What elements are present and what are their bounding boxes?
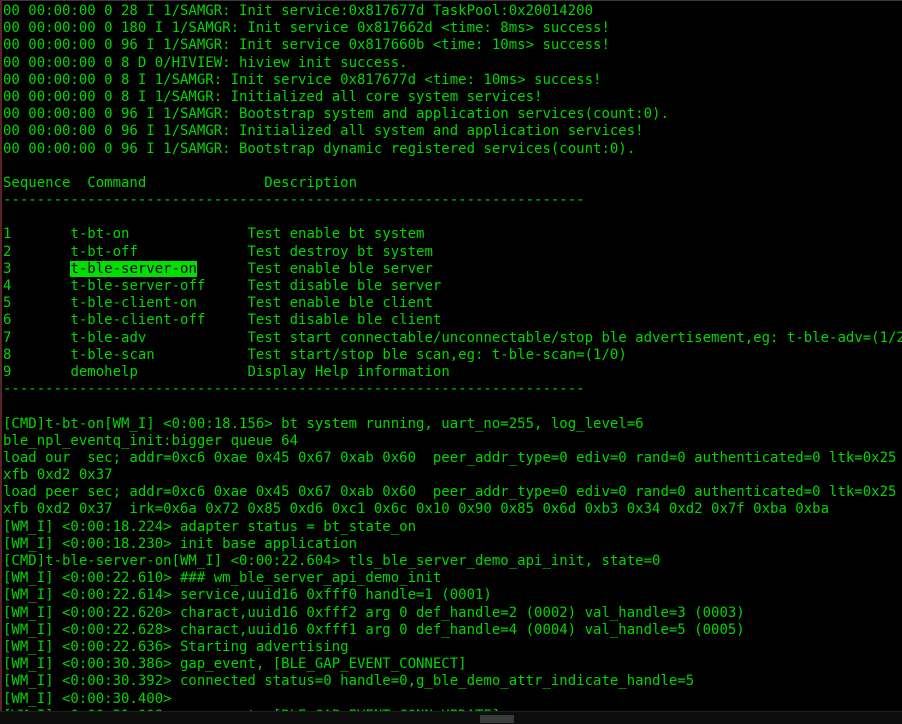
table-row[interactable]: 9 demohelp Display Help information <box>3 364 902 381</box>
table-cell-command[interactable]: t-ble-server-off <box>70 278 247 294</box>
log-line: 00 00:00:00 0 96 I 1/SAMGR: Initialized … <box>3 123 644 140</box>
log-line: 00 00:00:00 0 8 D 0/HIVIEW: hiview init … <box>3 54 408 71</box>
table-cell-sequence: 5 <box>3 295 71 312</box>
log-line: xfb 0xd2 0x37 irk=0x6a 0x72 0x85 0xd6 0x… <box>3 501 830 518</box>
log-line: [WM_I] <0:00:18.224> adapter status = bt… <box>3 518 417 535</box>
table-row[interactable]: 5 t-ble-client-on Test enable ble client <box>3 295 902 312</box>
window-top-border <box>0 0 902 1</box>
log-line: 00 00:00:00 0 8 I 1/SAMGR: Init service … <box>3 71 602 88</box>
table-body: 1 t-bt-on Test enable bt system 2 t-bt-of… <box>3 226 902 381</box>
log-line: [WM_I] <0:00:22.620> charact,uuid16 0xff… <box>3 604 745 621</box>
table-cell-command[interactable]: t-bt-off <box>70 244 247 260</box>
table-cell-description: Test disable ble client <box>247 312 442 329</box>
log-line: [CMD]t-bt-on[WM_I] <0:00:18.156> bt syst… <box>3 415 644 432</box>
log-line: 00 00:00:00 0 96 I 1/SAMGR: Bootstrap sy… <box>3 106 669 123</box>
table-cell-sequence: 4 <box>3 278 71 294</box>
table-row[interactable]: 3 t-ble-server-on Test enable ble server <box>3 260 902 278</box>
terminal-output-area[interactable]: 00 00:00:00 0 28 I 1/SAMGR: Init service… <box>0 0 902 711</box>
log-line: [WM_I] <0:00:30.392> connected status=0 … <box>3 673 695 690</box>
table-cell-sequence: 2 <box>3 243 71 260</box>
table-cell-sequence: 8 <box>3 346 71 363</box>
table-cell-description: Test destroy bt system <box>247 243 433 260</box>
table-separator-bottom: ----------------------------------------… <box>3 381 585 398</box>
log-line: [WM_I] <0:00:22.636> Starting advertisin… <box>3 638 349 655</box>
table-cell-description: Test enable ble client <box>247 295 433 312</box>
log-line: 00 00:00:00 0 96 I 1/SAMGR: Bootstrap dy… <box>3 140 636 157</box>
table-cell-command[interactable]: t-ble-client-off <box>70 312 247 328</box>
log-line: 00 00:00:00 0 180 I 1/SAMGR: Init servic… <box>3 20 610 37</box>
log-line: load our sec; addr=0xc6 0xae 0x45 0x67 0… <box>3 449 902 466</box>
table-cell-description: Test start/stop ble scan,eg: t-ble-scan=… <box>247 346 627 363</box>
help-command-table: Sequence Command Description -----------… <box>3 175 902 398</box>
table-row[interactable]: 4 t-ble-server-off Test disable ble serv… <box>3 278 902 295</box>
table-cell-description: Test enable bt system <box>247 226 425 243</box>
table-cell-sequence: 6 <box>3 312 71 329</box>
table-header-row: Sequence Command Description <box>3 174 358 191</box>
table-row[interactable]: 8 t-ble-scan Test start/stop ble scan,eg… <box>3 347 902 364</box>
runtime-log-block: [CMD]t-bt-on[WM_I] <0:00:18.156> bt syst… <box>3 416 902 712</box>
table-separator-top: ----------------------------------------… <box>3 192 585 209</box>
table-row[interactable]: 6 t-ble-client-off Test disable ble clie… <box>3 312 902 329</box>
window-left-border <box>0 0 2 711</box>
log-line: 00 00:00:00 0 8 I 1/SAMGR: Initialized a… <box>3 88 543 105</box>
log-line: 00 00:00:00 0 28 I 1/SAMGR: Init service… <box>3 3 594 19</box>
table-cell-command[interactable]: t-ble-client-on <box>70 295 247 311</box>
horizontal-scrollbar[interactable] <box>0 711 902 724</box>
log-line: [WM_I] <0:00:30.400> <box>3 690 172 707</box>
table-cell-command[interactable]: t-ble-adv <box>70 330 247 346</box>
table-cell-description: Test disable ble server <box>247 278 442 294</box>
table-cell-sequence: 1 <box>3 226 71 243</box>
log-line: xfb 0xd2 0x37 <box>3 467 113 484</box>
log-line: [CMD]t-ble-server-on[WM_I] <0:00:22.604>… <box>3 553 661 569</box>
table-cell-description: Test enable ble server <box>247 260 433 277</box>
selected-command-highlight[interactable]: t-ble-server-on <box>70 260 197 277</box>
table-cell-command[interactable]: t-ble-scan <box>70 347 247 363</box>
table-cell-sequence: 7 <box>3 329 71 346</box>
table-cell-sequence: 3 <box>3 260 71 277</box>
log-line: ble_npl_eventq_init:bigger queue 64 <box>3 432 299 449</box>
table-cell-command[interactable]: t-ble-server-on <box>70 260 247 277</box>
table-cell-description: Display Help information <box>247 363 450 380</box>
log-line: [WM_I] <0:00:22.610> ### wm_ble_server_a… <box>3 570 442 587</box>
log-line: [WM_I] <0:00:30.386> gap_event, [BLE_GAP… <box>3 656 467 673</box>
log-line: 00 00:00:00 0 96 I 1/SAMGR: Init service… <box>3 37 610 54</box>
log-line: load peer sec; addr=0xc6 0xae 0x45 0x67 … <box>3 484 902 501</box>
log-line: [WM_I] <0:00:18.230> init base applicati… <box>3 535 358 552</box>
horizontal-scrollbar-thumb[interactable] <box>480 715 514 723</box>
table-cell-command[interactable]: demohelp <box>70 364 247 380</box>
table-row[interactable]: 7 t-ble-adv Test start connectable/uncon… <box>3 330 902 347</box>
table-row[interactable]: 1 t-bt-on Test enable bt system <box>3 226 902 243</box>
boot-log-block: 00 00:00:00 0 28 I 1/SAMGR: Init service… <box>3 3 902 158</box>
log-line: [WM_I] <0:00:22.614> service,uuid16 0xff… <box>3 587 492 604</box>
table-cell-sequence: 9 <box>3 363 71 380</box>
table-cell-command[interactable]: t-bt-on <box>70 226 247 242</box>
table-row[interactable]: 2 t-bt-off Test destroy bt system <box>3 244 902 261</box>
table-cell-description: Test start connectable/unconnectable/sto… <box>247 329 902 346</box>
log-line: [WM_I] <0:00:22.628> charact,uuid16 0xff… <box>3 621 745 638</box>
terminal-window[interactable]: 00 00:00:00 0 28 I 1/SAMGR: Init service… <box>0 0 902 724</box>
